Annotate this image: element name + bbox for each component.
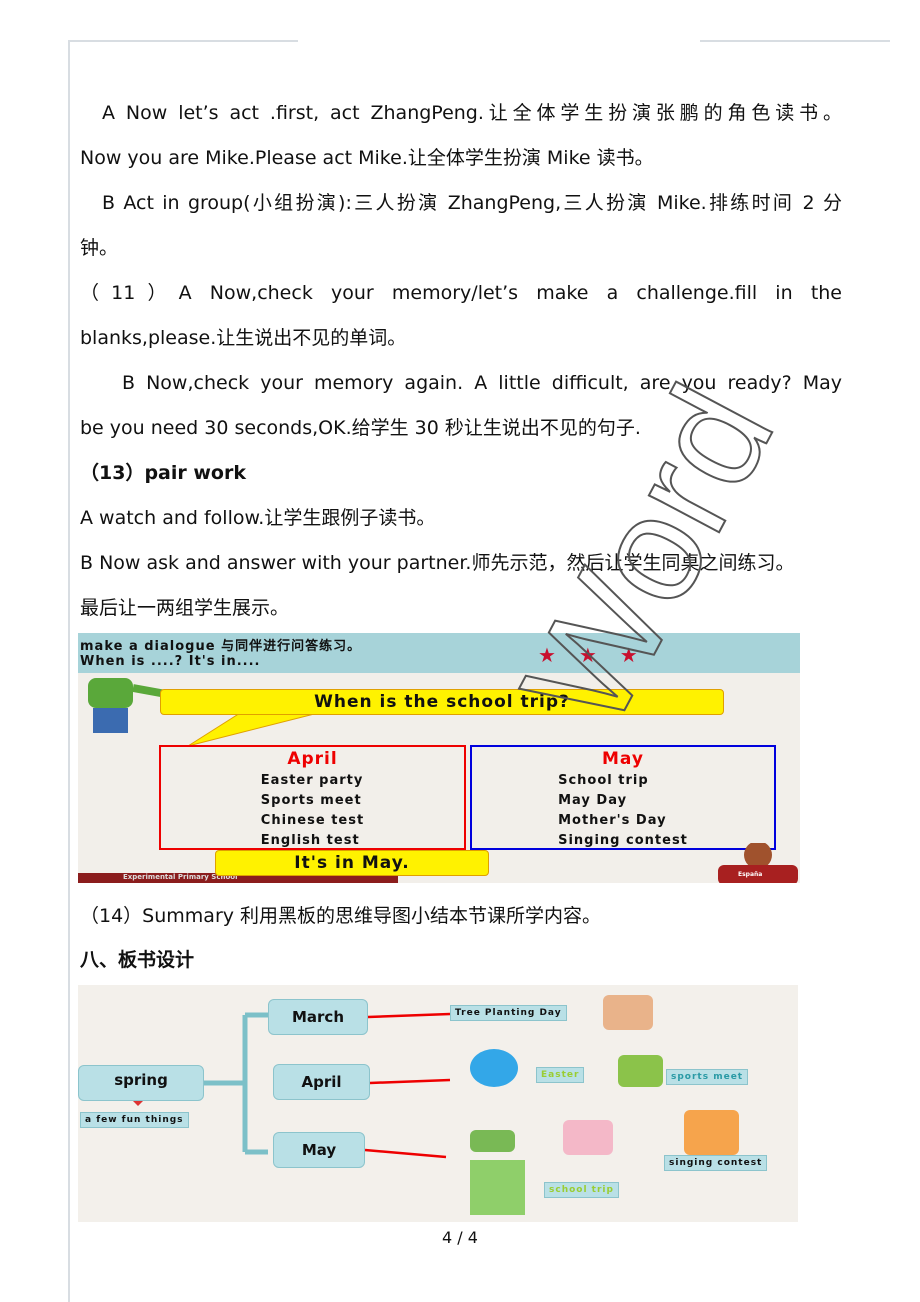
happy-easter-logo (470, 1049, 518, 1087)
mindmap-node-may: May (273, 1132, 365, 1168)
may-item: School trip (558, 773, 649, 788)
answer-bubble: It's in May. (215, 850, 489, 876)
school-trip-picture (470, 1160, 525, 1215)
text-line: 最后让一两组学生展示。 (80, 597, 290, 619)
page-frame-top (68, 40, 298, 42)
text-line: Now you are Mike.Please act Mike.让全体学生扮演… (80, 147, 654, 169)
tag-tree-planting: Tree Planting Day (450, 1005, 567, 1021)
star-icons: ★ ★ ★ (538, 643, 646, 667)
may-box: May School trip May Day Mother's Day Sin… (470, 745, 776, 850)
mothers-day-logo (563, 1120, 613, 1155)
labor-day-logo (470, 1130, 515, 1152)
tag-sports-meet: sports meet (666, 1069, 749, 1085)
girl-figure-icon (718, 843, 798, 883)
shirt-label: España (738, 871, 763, 878)
april-box: April Easter party Sports meet Chinese t… (159, 745, 466, 850)
text-line: B Act in group(小组扮演):三人扮演 ZhangPeng,三人扮演… (102, 192, 842, 214)
sports-meet-picture (618, 1055, 663, 1087)
tag-singing-contest: singing contest (664, 1155, 768, 1171)
mindmap-node-march: March (268, 999, 368, 1035)
mindmap-root-spring: spring (78, 1065, 204, 1101)
section-heading: 八、板书设计 (80, 949, 195, 971)
text-line: A watch and follow.让学生跟例子读书。 (80, 507, 436, 529)
april-item: Sports meet (260, 793, 362, 808)
singing-girl-picture (684, 1110, 739, 1155)
text-line: B Now,check your memory again. A little … (122, 372, 842, 394)
page-frame-top-right (700, 40, 890, 42)
tree-planting-picture (603, 995, 653, 1030)
april-item: Easter party (260, 773, 364, 788)
page-frame-left (68, 40, 70, 1302)
april-item: English test (260, 833, 360, 848)
text-line: blanks,please.让生说出不见的单词。 (80, 327, 407, 349)
summary-line: （14）Summary 利用黑板的思维导图小结本节课所学内容。 (80, 905, 602, 927)
slide-pattern: When is ....? It's in.... (80, 654, 261, 669)
mindmap-node-april: April (273, 1064, 370, 1100)
mindmap-connectors (125, 1012, 451, 1159)
tag-easter: Easter (536, 1067, 585, 1083)
may-item: May Day (558, 793, 628, 808)
dialogue-slide-image: make a dialogue 与同伴进行问答练习。 When is ....?… (78, 633, 800, 883)
text-line: A Now let’s act .first, act ZhangPeng.让全… (102, 102, 842, 124)
mindmap-image: spring a few fun things March April May … (78, 985, 798, 1222)
text-line: be you need 30 seconds,OK.给学生 30 秒让生说出不见… (80, 417, 641, 439)
text-line: （11）A Now,check your memory/let’s make a… (80, 282, 842, 304)
april-title: April (287, 749, 338, 769)
may-title: May (602, 749, 644, 769)
slide-instruction: make a dialogue 与同伴进行问答练习。 (80, 639, 362, 654)
text-line: B Now ask and answer with your partner.师… (80, 552, 795, 574)
page-number: 4 / 4 (442, 1228, 478, 1247)
section-heading: （13）pair work (80, 462, 246, 484)
tag-school-trip: school trip (544, 1182, 619, 1198)
text-line: 钟。 (80, 237, 119, 259)
question-bubble: When is the school trip? (160, 689, 724, 715)
mindmap-root-tag: a few fun things (80, 1112, 189, 1128)
april-item: Chinese test (260, 813, 365, 828)
may-item: Mother's Day (558, 813, 667, 828)
